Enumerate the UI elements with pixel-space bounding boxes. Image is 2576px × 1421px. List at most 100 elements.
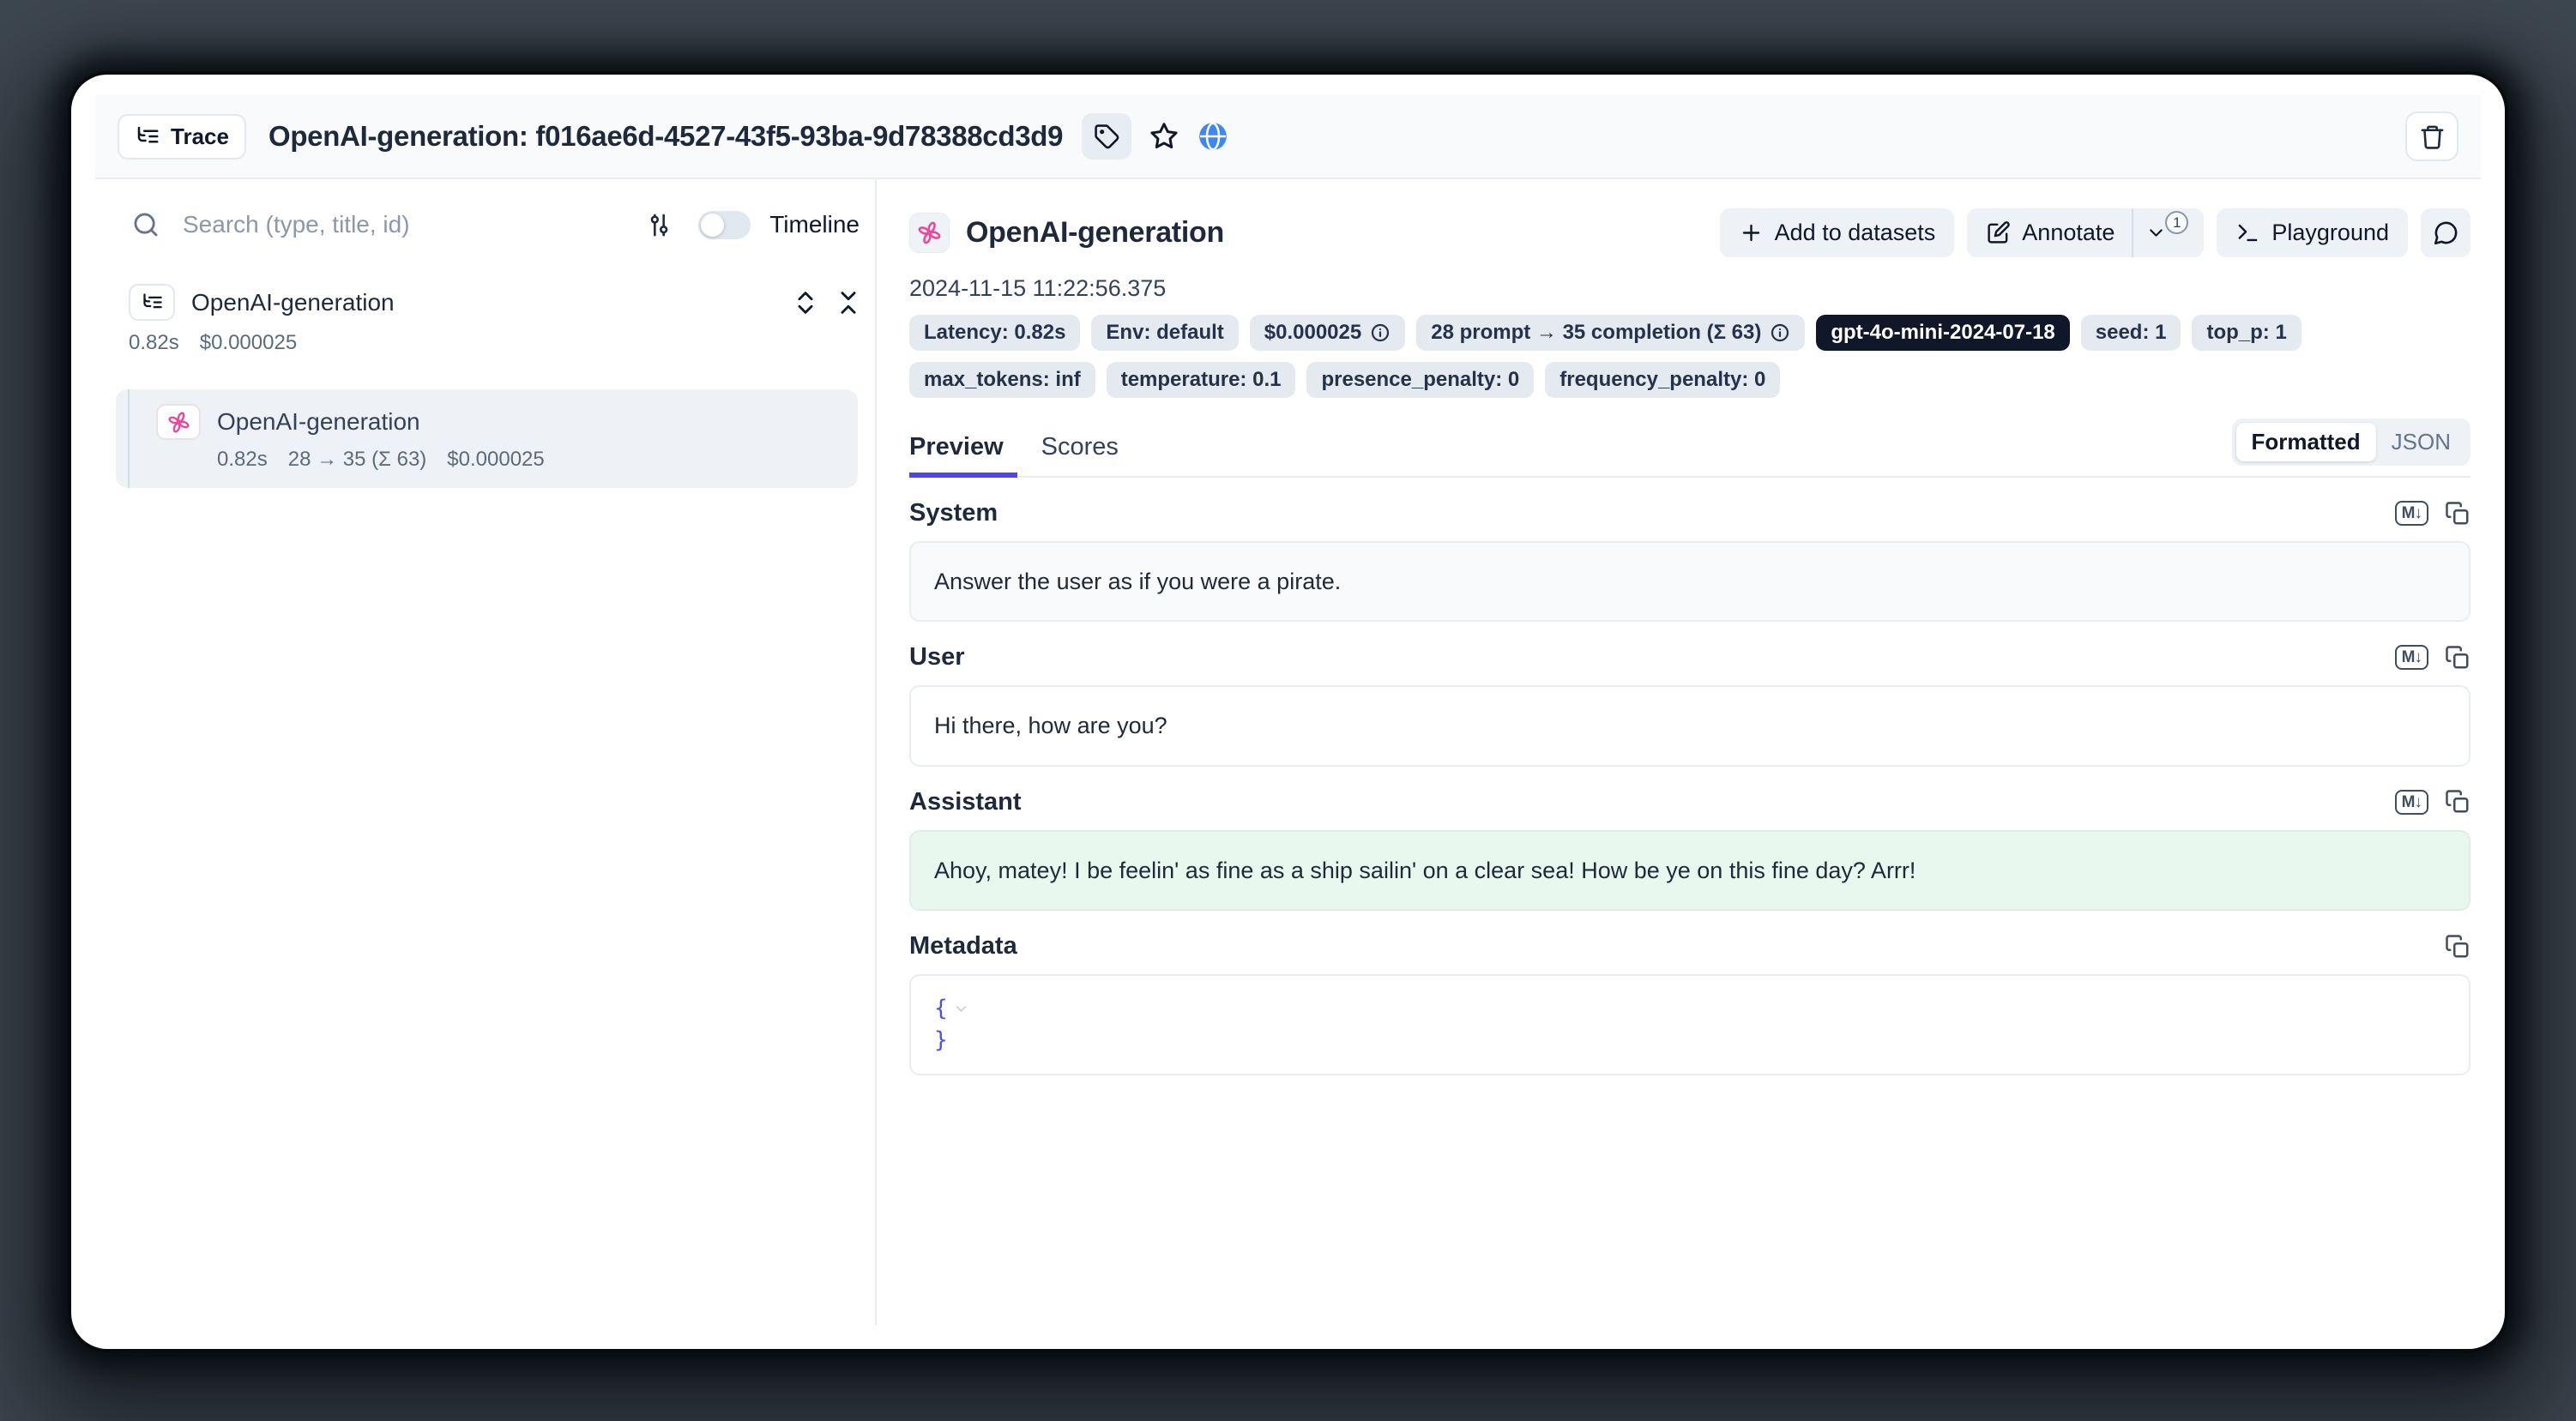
expand-all-button[interactable]: [791, 288, 820, 317]
panel-header: OpenAI-generation Add to datasets: [909, 208, 2470, 257]
param-badge: 28 prompt → 35 completion (Σ 63): [1416, 315, 1805, 351]
collapse-all-button[interactable]: [834, 288, 863, 317]
copy-button[interactable]: [2445, 934, 2470, 960]
timeline-label: Timeline: [769, 211, 860, 238]
section-assistant: Assistant M↓ Ahoy, matey! I be feelin' a…: [909, 788, 2470, 911]
section-label: System: [909, 499, 998, 527]
list-tree-icon: [135, 123, 160, 149]
badges-row-1: Latency: 0.82s Env: default $0.000025 28 pr…: [909, 315, 2470, 351]
markdown-toggle-button[interactable]: M↓: [2395, 501, 2428, 526]
tags-button[interactable]: [1082, 113, 1131, 160]
copy-button[interactable]: [2445, 501, 2470, 527]
copy-icon: [2445, 645, 2470, 671]
add-to-datasets-button[interactable]: Add to datasets: [1720, 208, 1955, 257]
copy-icon: [2445, 934, 2470, 960]
terminal-icon: [2235, 220, 2260, 245]
list-tree-icon: [141, 291, 164, 314]
section-user: User M↓ Hi there, how are you?: [909, 643, 2470, 766]
assistant-message-box: Ahoy, matey! I be feelin' as fine as a s…: [909, 830, 2470, 911]
param-badge: seed: 1: [2081, 315, 2181, 351]
param-badge: Latency: 0.82s: [909, 315, 1080, 351]
trace-latency: 0.82s: [129, 331, 179, 355]
annotate-button[interactable]: Annotate: [1967, 208, 2132, 257]
plus-icon: [1739, 220, 1764, 245]
format-option-json[interactable]: JSON: [2376, 423, 2466, 461]
timeline-toggle[interactable]: [698, 211, 751, 239]
copy-button[interactable]: [2445, 789, 2470, 815]
tab-scores[interactable]: Scores: [1041, 428, 1119, 476]
metadata-json-box: { }: [909, 974, 2470, 1075]
public-share-button[interactable]: [1197, 120, 1229, 153]
detail-panel: OpenAI-generation Add to datasets: [877, 179, 2505, 1347]
copy-button[interactable]: [2445, 645, 2470, 671]
section-head: Metadata: [909, 932, 2470, 960]
json-collapse-chevron-icon[interactable]: [953, 1001, 969, 1017]
section-actions: [2445, 934, 2470, 960]
badges-row-2: max_tokens: inf temperature: 0.1 presence_…: [909, 362, 2470, 398]
trace-cost: $0.000025: [200, 331, 297, 355]
main-split: Timeline OpenAI-generation: [71, 179, 2505, 1347]
info-icon[interactable]: [1370, 322, 1391, 343]
search-input[interactable]: [183, 211, 646, 238]
json-close-line: }: [934, 1025, 2446, 1057]
tree-item-label: OpenAI-generation: [191, 289, 395, 316]
trash-icon: [2419, 123, 2446, 150]
globe-icon: [1197, 120, 1229, 153]
system-message-box: Answer the user as if you were a pirate.: [909, 541, 2470, 622]
comments-button[interactable]: [2421, 208, 2470, 257]
tab-preview[interactable]: Preview: [909, 428, 1004, 476]
copy-icon: [2445, 789, 2470, 815]
annotate-dropdown-button[interactable]: 1: [2133, 208, 2204, 257]
tree-search-row: Timeline: [131, 210, 860, 239]
param-badge: max_tokens: inf: [909, 362, 1095, 398]
tree-settings-button[interactable]: [646, 212, 673, 238]
header-buttons: Add to datasets Annotate: [1720, 208, 2470, 257]
model-badge[interactable]: gpt-4o-mini-2024-07-18: [1816, 315, 2069, 351]
timestamp: 2024-11-15 11:22:56.375: [909, 275, 2470, 302]
app-window: Trace OpenAI-generation: f016ae6d-4527-4…: [71, 75, 2505, 1349]
page-title: OpenAI-generation: f016ae6d-4527-43f5-93…: [268, 120, 1063, 153]
generation-icon-box: [156, 404, 201, 440]
info-icon[interactable]: [1770, 322, 1790, 343]
tag-icon: [1094, 123, 1120, 150]
markdown-toggle-button[interactable]: M↓: [2395, 790, 2428, 815]
tree-item-trace[interactable]: OpenAI-generation: [129, 284, 863, 321]
sliders-icon: [646, 212, 673, 238]
generation-icon-box: [909, 213, 950, 253]
annotate-button-group: Annotate 1: [1967, 208, 2204, 257]
badge-text: Latency: 0.82s: [924, 321, 1065, 345]
tree-item-generation[interactable]: OpenAI-generation 0.82s 28 → 35 (Σ 63) $…: [116, 389, 858, 488]
generation-pinwheel-icon: [166, 410, 191, 435]
section-actions: M↓: [2395, 645, 2470, 671]
panel-title: OpenAI-generation: [966, 216, 1224, 250]
toggle-knob: [701, 214, 724, 237]
param-badge: temperature: 0.1: [1107, 362, 1296, 398]
section-label: User: [909, 643, 965, 671]
delete-trace-button[interactable]: [2405, 111, 2458, 161]
generation-latency: 0.82s: [217, 448, 268, 472]
playground-label: Playground: [2271, 220, 2389, 246]
badge-text: seed: 1: [2096, 321, 2167, 345]
bookmark-star-button[interactable]: [1149, 121, 1179, 152]
copy-icon: [2445, 501, 2470, 527]
tabs-row: Preview Scores Formatted JSON: [909, 418, 2470, 478]
param-badge: $0.000025: [1250, 315, 1405, 351]
section-head: Assistant M↓: [909, 788, 2470, 816]
tree-actions: [791, 288, 863, 317]
pencil-square-icon: [1986, 220, 2011, 245]
generation-row-top: OpenAI-generation: [156, 404, 841, 440]
section-label: Assistant: [909, 788, 1022, 816]
section-head: User M↓: [909, 643, 2470, 671]
tree-item-label: OpenAI-generation: [217, 408, 420, 436]
markdown-toggle-button[interactable]: M↓: [2395, 645, 2428, 670]
param-badge: top_p: 1: [2192, 315, 2301, 351]
section-actions: M↓: [2395, 501, 2470, 527]
chevron-down-icon: [2145, 222, 2167, 244]
param-badge: presence_penalty: 0: [1306, 362, 1534, 398]
param-badge: Env: default: [1091, 315, 1238, 351]
search-icon: [131, 210, 160, 239]
playground-button[interactable]: Playground: [2217, 208, 2408, 257]
badge-text: max_tokens: inf: [924, 368, 1081, 392]
format-option-formatted[interactable]: Formatted: [2236, 423, 2376, 461]
topbar: Trace OpenAI-generation: f016ae6d-4527-4…: [95, 95, 2481, 179]
